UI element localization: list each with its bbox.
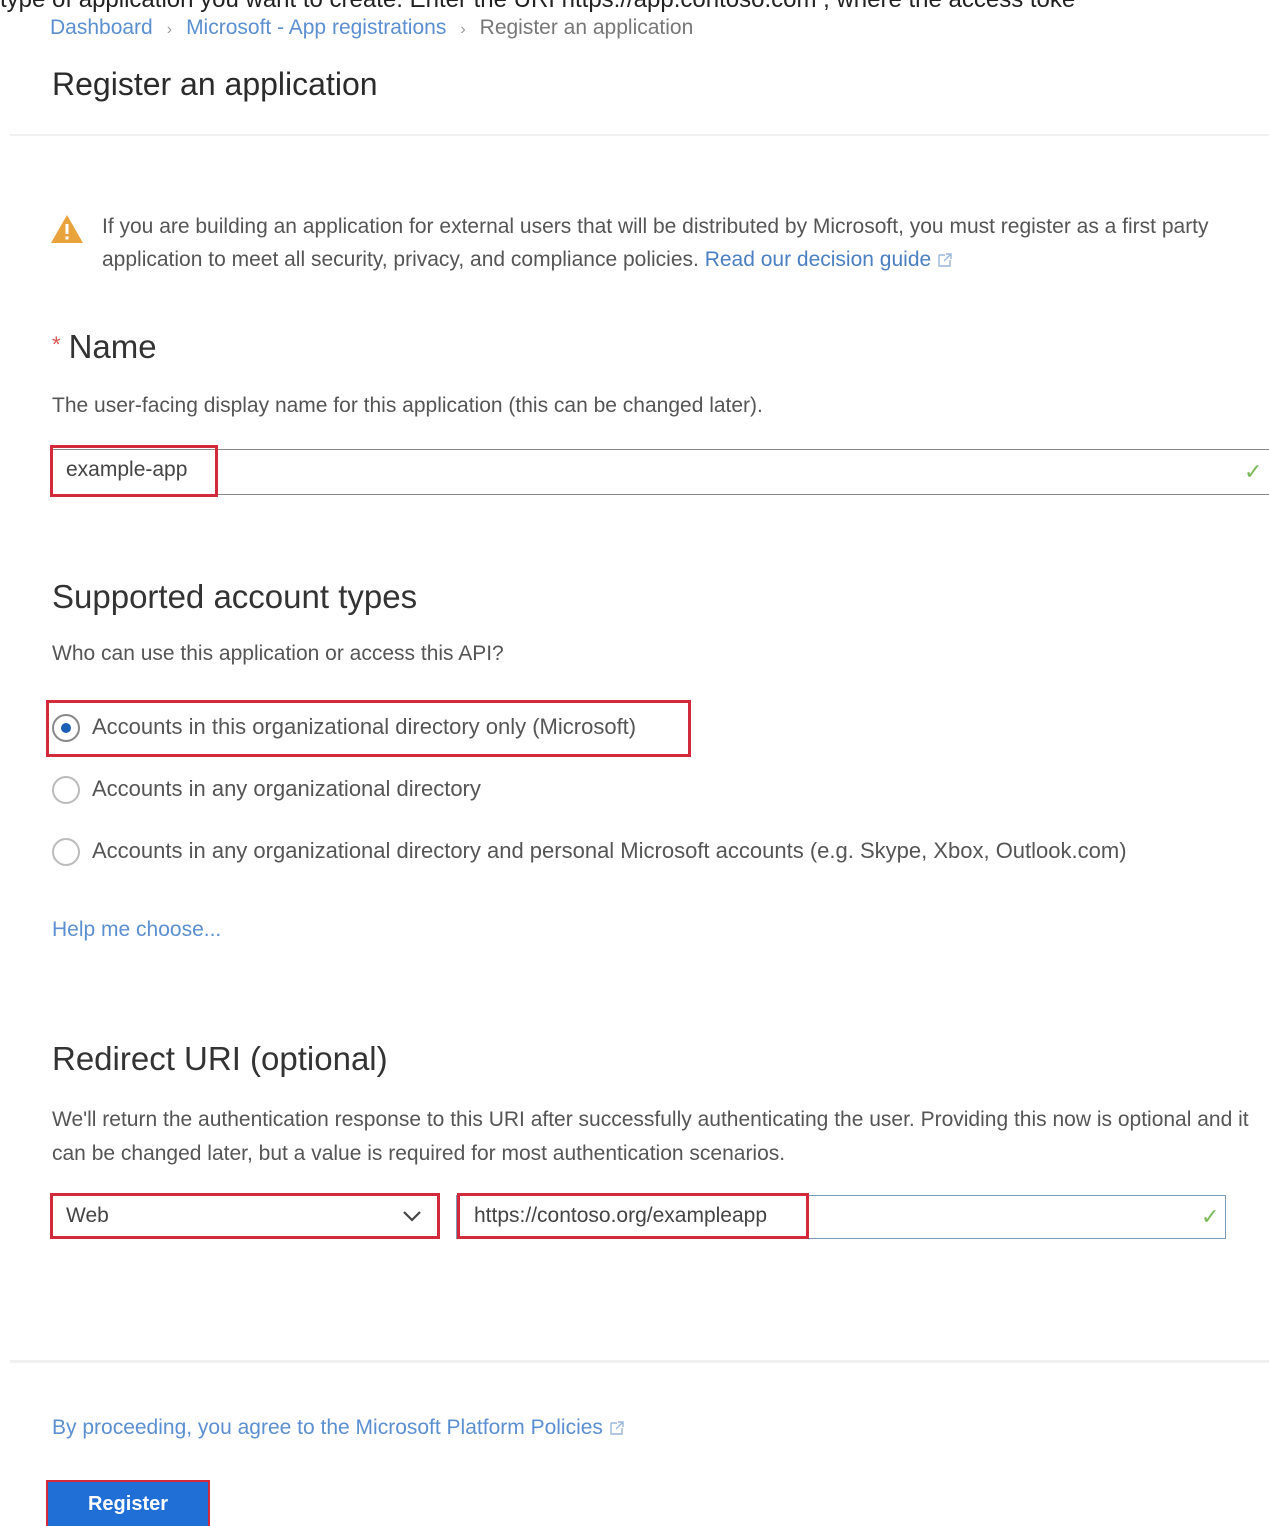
required-marker: * bbox=[52, 332, 61, 357]
platform-policies-link[interactable]: By proceeding, you agree to the Microsof… bbox=[52, 1416, 625, 1440]
redirect-uri-value: https://contoso.org/exampleapp bbox=[474, 1204, 768, 1227]
platform-select-value: Web bbox=[66, 1204, 109, 1227]
name-title: Name bbox=[68, 328, 157, 365]
distribution-notice: If you are building an application for e… bbox=[102, 210, 1252, 276]
name-input[interactable] bbox=[50, 449, 1269, 495]
redirect-description: We'll return the authentication response… bbox=[52, 1108, 1249, 1165]
breadcrumb-app-registrations[interactable]: Microsoft - App registrations bbox=[186, 16, 446, 39]
footer-divider bbox=[10, 1360, 1269, 1363]
register-button[interactable]: Register bbox=[48, 1482, 208, 1526]
warning-icon bbox=[51, 215, 83, 243]
page-title: Register an application bbox=[52, 66, 378, 102]
cropped-instruction-text: type of application you want to create. … bbox=[0, 0, 1269, 14]
account-option-label: Accounts in any organizational directory… bbox=[92, 838, 1127, 863]
help-me-choose-link[interactable]: Help me choose... bbox=[52, 918, 221, 942]
account-option-multi-tenant[interactable]: Accounts in any organizational directory bbox=[52, 776, 481, 805]
chevron-down-icon bbox=[403, 1211, 421, 1222]
radio-selected[interactable] bbox=[52, 714, 80, 743]
platform-policies-text: By proceeding, you agree to the Microsof… bbox=[52, 1416, 603, 1439]
account-option-multi-tenant-personal[interactable]: Accounts in any organizational directory… bbox=[52, 838, 1127, 867]
name-description: The user-facing display name for this ap… bbox=[52, 394, 763, 417]
name-valid-check-icon: ✓ bbox=[1244, 459, 1263, 484]
account-types-question: Who can use this application or access t… bbox=[52, 642, 504, 665]
breadcrumb-separator: › bbox=[460, 21, 466, 38]
account-types-title: Supported account types bbox=[52, 578, 418, 615]
account-option-label: Accounts in this organizational director… bbox=[92, 714, 637, 739]
name-input-value: example-app bbox=[66, 458, 188, 481]
radio-unselected[interactable] bbox=[52, 776, 80, 805]
redirect-valid-check-icon: ✓ bbox=[1201, 1204, 1220, 1229]
breadcrumb-dashboard[interactable]: Dashboard bbox=[50, 16, 153, 39]
external-link-icon bbox=[938, 253, 952, 267]
notice-text: If you are building an application for e… bbox=[102, 215, 1209, 271]
radio-unselected[interactable] bbox=[52, 838, 80, 867]
breadcrumb: Dashboard › Microsoft - App registrations ›… bbox=[50, 16, 693, 40]
redirect-title: Redirect URI (optional) bbox=[52, 1040, 388, 1077]
external-link-icon bbox=[610, 1421, 624, 1435]
decision-guide-link[interactable]: Read our decision guide bbox=[705, 248, 954, 271]
account-option-single-tenant[interactable]: Accounts in this organizational director… bbox=[52, 714, 637, 743]
name-heading: * Name bbox=[52, 328, 157, 366]
header-divider bbox=[10, 134, 1269, 136]
breadcrumb-current: Register an application bbox=[479, 16, 694, 39]
account-option-label: Accounts in any organizational directory bbox=[92, 776, 481, 801]
decision-guide-link-label: Read our decision guide bbox=[704, 248, 932, 271]
breadcrumb-separator: › bbox=[166, 21, 173, 38]
